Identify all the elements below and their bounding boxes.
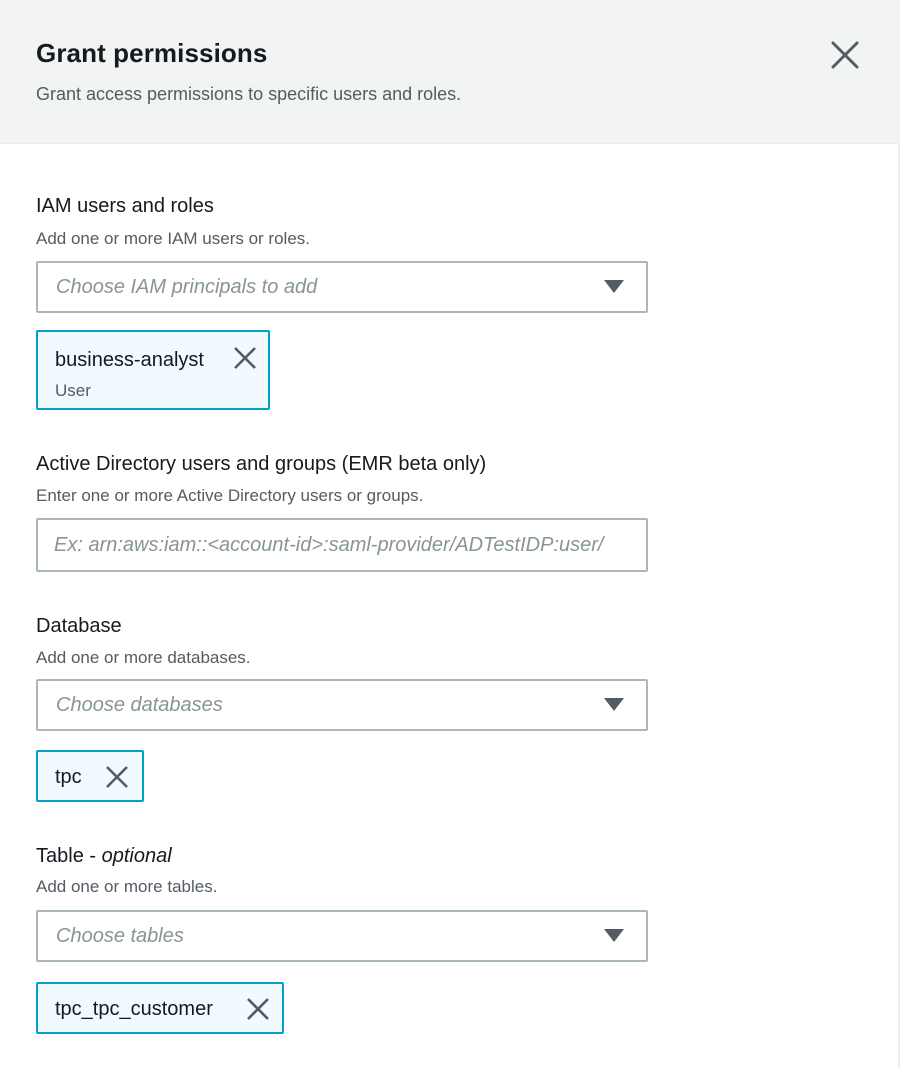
iam-description: Add one or more IAM users or roles.: [36, 229, 311, 248]
close-icon: [234, 347, 256, 369]
table-token-name: tpc_tpc_customer: [55, 998, 213, 1020]
table-description: Add one or more tables.: [36, 877, 218, 896]
database-token: tpc: [36, 750, 144, 802]
grant-permissions-modal: Grant permissions Grant access permissio…: [0, 0, 900, 1068]
modal-title: Grant permissions: [36, 38, 268, 68]
caret-down-icon: [604, 929, 624, 942]
table-label-optional: optional: [101, 845, 172, 867]
active-directory-label: Active Directory users and groups (EMR b…: [36, 453, 487, 475]
iam-label: IAM users and roles: [36, 195, 214, 217]
remove-table-token-button[interactable]: [245, 996, 271, 1022]
database-select[interactable]: Choose databases: [36, 679, 648, 731]
iam-token: business-analyst User: [36, 330, 270, 410]
close-icon: [247, 998, 269, 1020]
close-icon: [831, 41, 859, 69]
iam-token-name: business-analyst: [55, 349, 204, 371]
table-placeholder: Choose tables: [56, 925, 184, 947]
close-button[interactable]: [826, 36, 864, 74]
remove-database-token-button[interactable]: [104, 764, 130, 790]
iam-principals-placeholder: Choose IAM principals to add: [56, 276, 318, 298]
active-directory-input[interactable]: [36, 518, 648, 572]
database-description: Add one or more databases.: [36, 648, 251, 667]
close-icon: [106, 766, 128, 788]
modal-subtitle: Grant access permissions to specific use…: [36, 84, 462, 104]
modal-header: Grant permissions Grant access permissio…: [0, 0, 900, 144]
database-token-name: tpc: [55, 766, 82, 788]
iam-principals-select[interactable]: Choose IAM principals to add: [36, 261, 648, 313]
table-select[interactable]: Choose tables: [36, 910, 648, 962]
table-label: Table - optional: [36, 845, 172, 868]
caret-down-icon: [604, 698, 624, 711]
iam-token-type: User: [55, 381, 91, 400]
table-label-text: Table -: [36, 845, 102, 867]
remove-iam-token-button[interactable]: [232, 345, 258, 371]
active-directory-description: Enter one or more Active Directory users…: [36, 486, 424, 505]
database-label: Database: [36, 615, 122, 637]
database-placeholder: Choose databases: [56, 694, 223, 716]
caret-down-icon: [604, 280, 624, 293]
table-token: tpc_tpc_customer: [36, 982, 284, 1034]
